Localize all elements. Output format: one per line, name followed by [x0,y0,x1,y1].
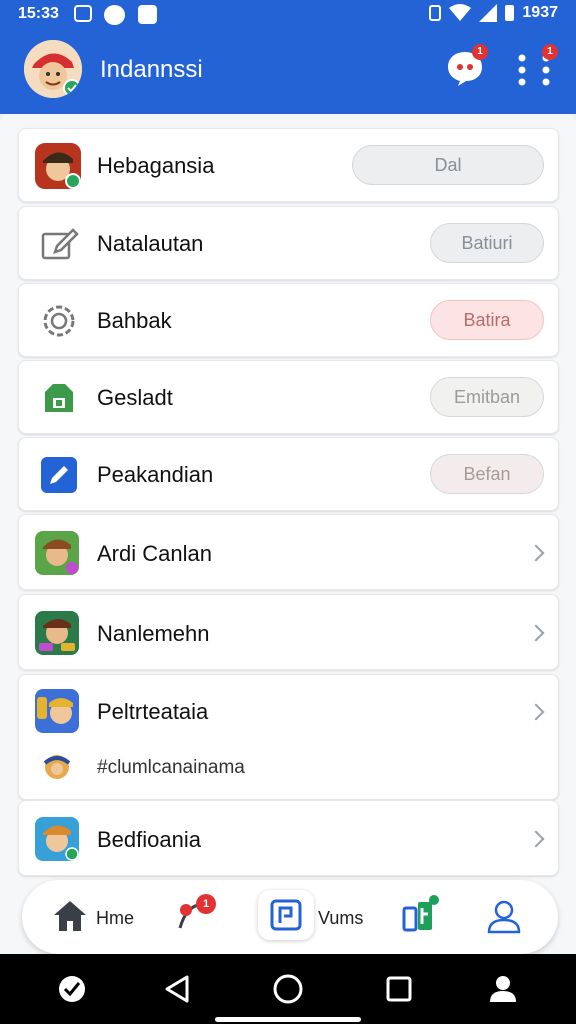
status-time: 15:33 [18,5,59,22]
bottom-navigation: Hme 1 Vums [22,880,558,954]
chevron-right-icon [527,703,545,721]
app-header: 15:33 1937 Indannssi 1 1 [0,0,576,114]
profile-avatar[interactable] [24,40,82,98]
row-label: Ardi Canlan [97,541,212,566]
gallery-notification-icon [74,5,92,22]
chevron-right-icon [527,624,545,642]
row-label: Nanlemehn [97,621,210,646]
list-item[interactable]: Gesladt Emitban [18,360,559,434]
back-icon[interactable] [163,974,191,1004]
row-label: Peltrteataia [97,699,209,724]
list-item[interactable]: Nanlemehn [18,594,559,670]
list-item[interactable]: Bahbak Batira [18,283,559,357]
green-store-icon [39,378,79,418]
row-label: Gesladt [97,385,173,410]
nav-center-label: Vums [318,908,364,928]
more-badge: 1 [542,44,558,60]
row-label: Bedfioania [97,827,201,852]
list-item[interactable]: Ardi Canlan [18,514,559,590]
row-label: Natalautan [97,231,204,256]
system-navigation-bar [0,954,576,1024]
row-label: Hebagansia [97,153,215,178]
nav-home[interactable]: Hme [52,890,152,944]
row-action-button[interactable]: Batiuri [430,223,544,263]
home-circle-icon[interactable] [272,973,304,1005]
alerts-badge: 1 [196,894,216,914]
chevron-right-icon [527,544,545,562]
signal-icon [479,4,498,22]
battery-icon [505,5,515,21]
row-label: Peakandian [97,462,214,487]
nav-profile[interactable] [486,890,530,944]
vibrate-icon [429,5,442,21]
assistant-icon[interactable] [58,975,86,1003]
nav-home-label: Hme [96,908,135,928]
row-action-button[interactable]: Befan [430,454,544,494]
check-notification-icon [104,5,125,25]
apps-icon [402,895,439,932]
row-sub-label: #clumlcanainama [97,757,245,778]
app-title: Indannssi [100,56,203,83]
avatar-icon [35,143,81,189]
nav-center[interactable]: Vums [258,890,378,944]
list-item[interactable]: Hebagansia Dal [18,128,559,202]
game-character-icon [41,751,73,783]
shield-notification-icon [138,5,157,24]
row-action-button[interactable]: Dal [352,145,544,185]
edit-doc-icon [39,224,79,264]
more-options-button[interactable]: 1 [514,44,558,88]
chevron-right-icon [527,830,545,848]
wifi-icon [449,4,472,21]
avatar-character-icon [24,40,82,98]
home-indicator [215,1017,361,1022]
list-item[interactable]: Peltrteataia #clumlcanainama [18,674,559,800]
settings-list: Hebagansia Dal Natalautan Batiuri Bahbak… [0,114,576,954]
game-character-icon [35,689,79,733]
gear-ring-icon [39,301,79,341]
list-item[interactable]: Bedfioania [18,800,559,876]
nav-alerts[interactable]: 1 [172,890,222,944]
chat-button[interactable]: 1 [446,44,488,86]
battery-level: 1937 [522,4,558,21]
user-icon[interactable] [488,974,518,1004]
row-action-button[interactable]: Emitban [430,377,544,417]
home-icon [54,901,86,931]
game-character-icon [35,611,79,655]
game-character-icon [35,817,79,861]
recents-icon[interactable] [385,975,413,1003]
app-tab-icon [270,899,302,931]
profile-icon [487,900,521,934]
row-label: Bahbak [97,308,172,333]
status-bar: 15:33 1937 [0,0,576,28]
pen-icon [39,455,79,495]
list-item[interactable]: Peakandian Befan [18,437,559,511]
nav-apps[interactable] [400,890,450,944]
chat-badge: 1 [472,44,488,60]
game-character-icon [35,531,79,575]
row-action-button[interactable]: Batira [430,300,544,340]
list-item[interactable]: Natalautan Batiuri [18,206,559,280]
